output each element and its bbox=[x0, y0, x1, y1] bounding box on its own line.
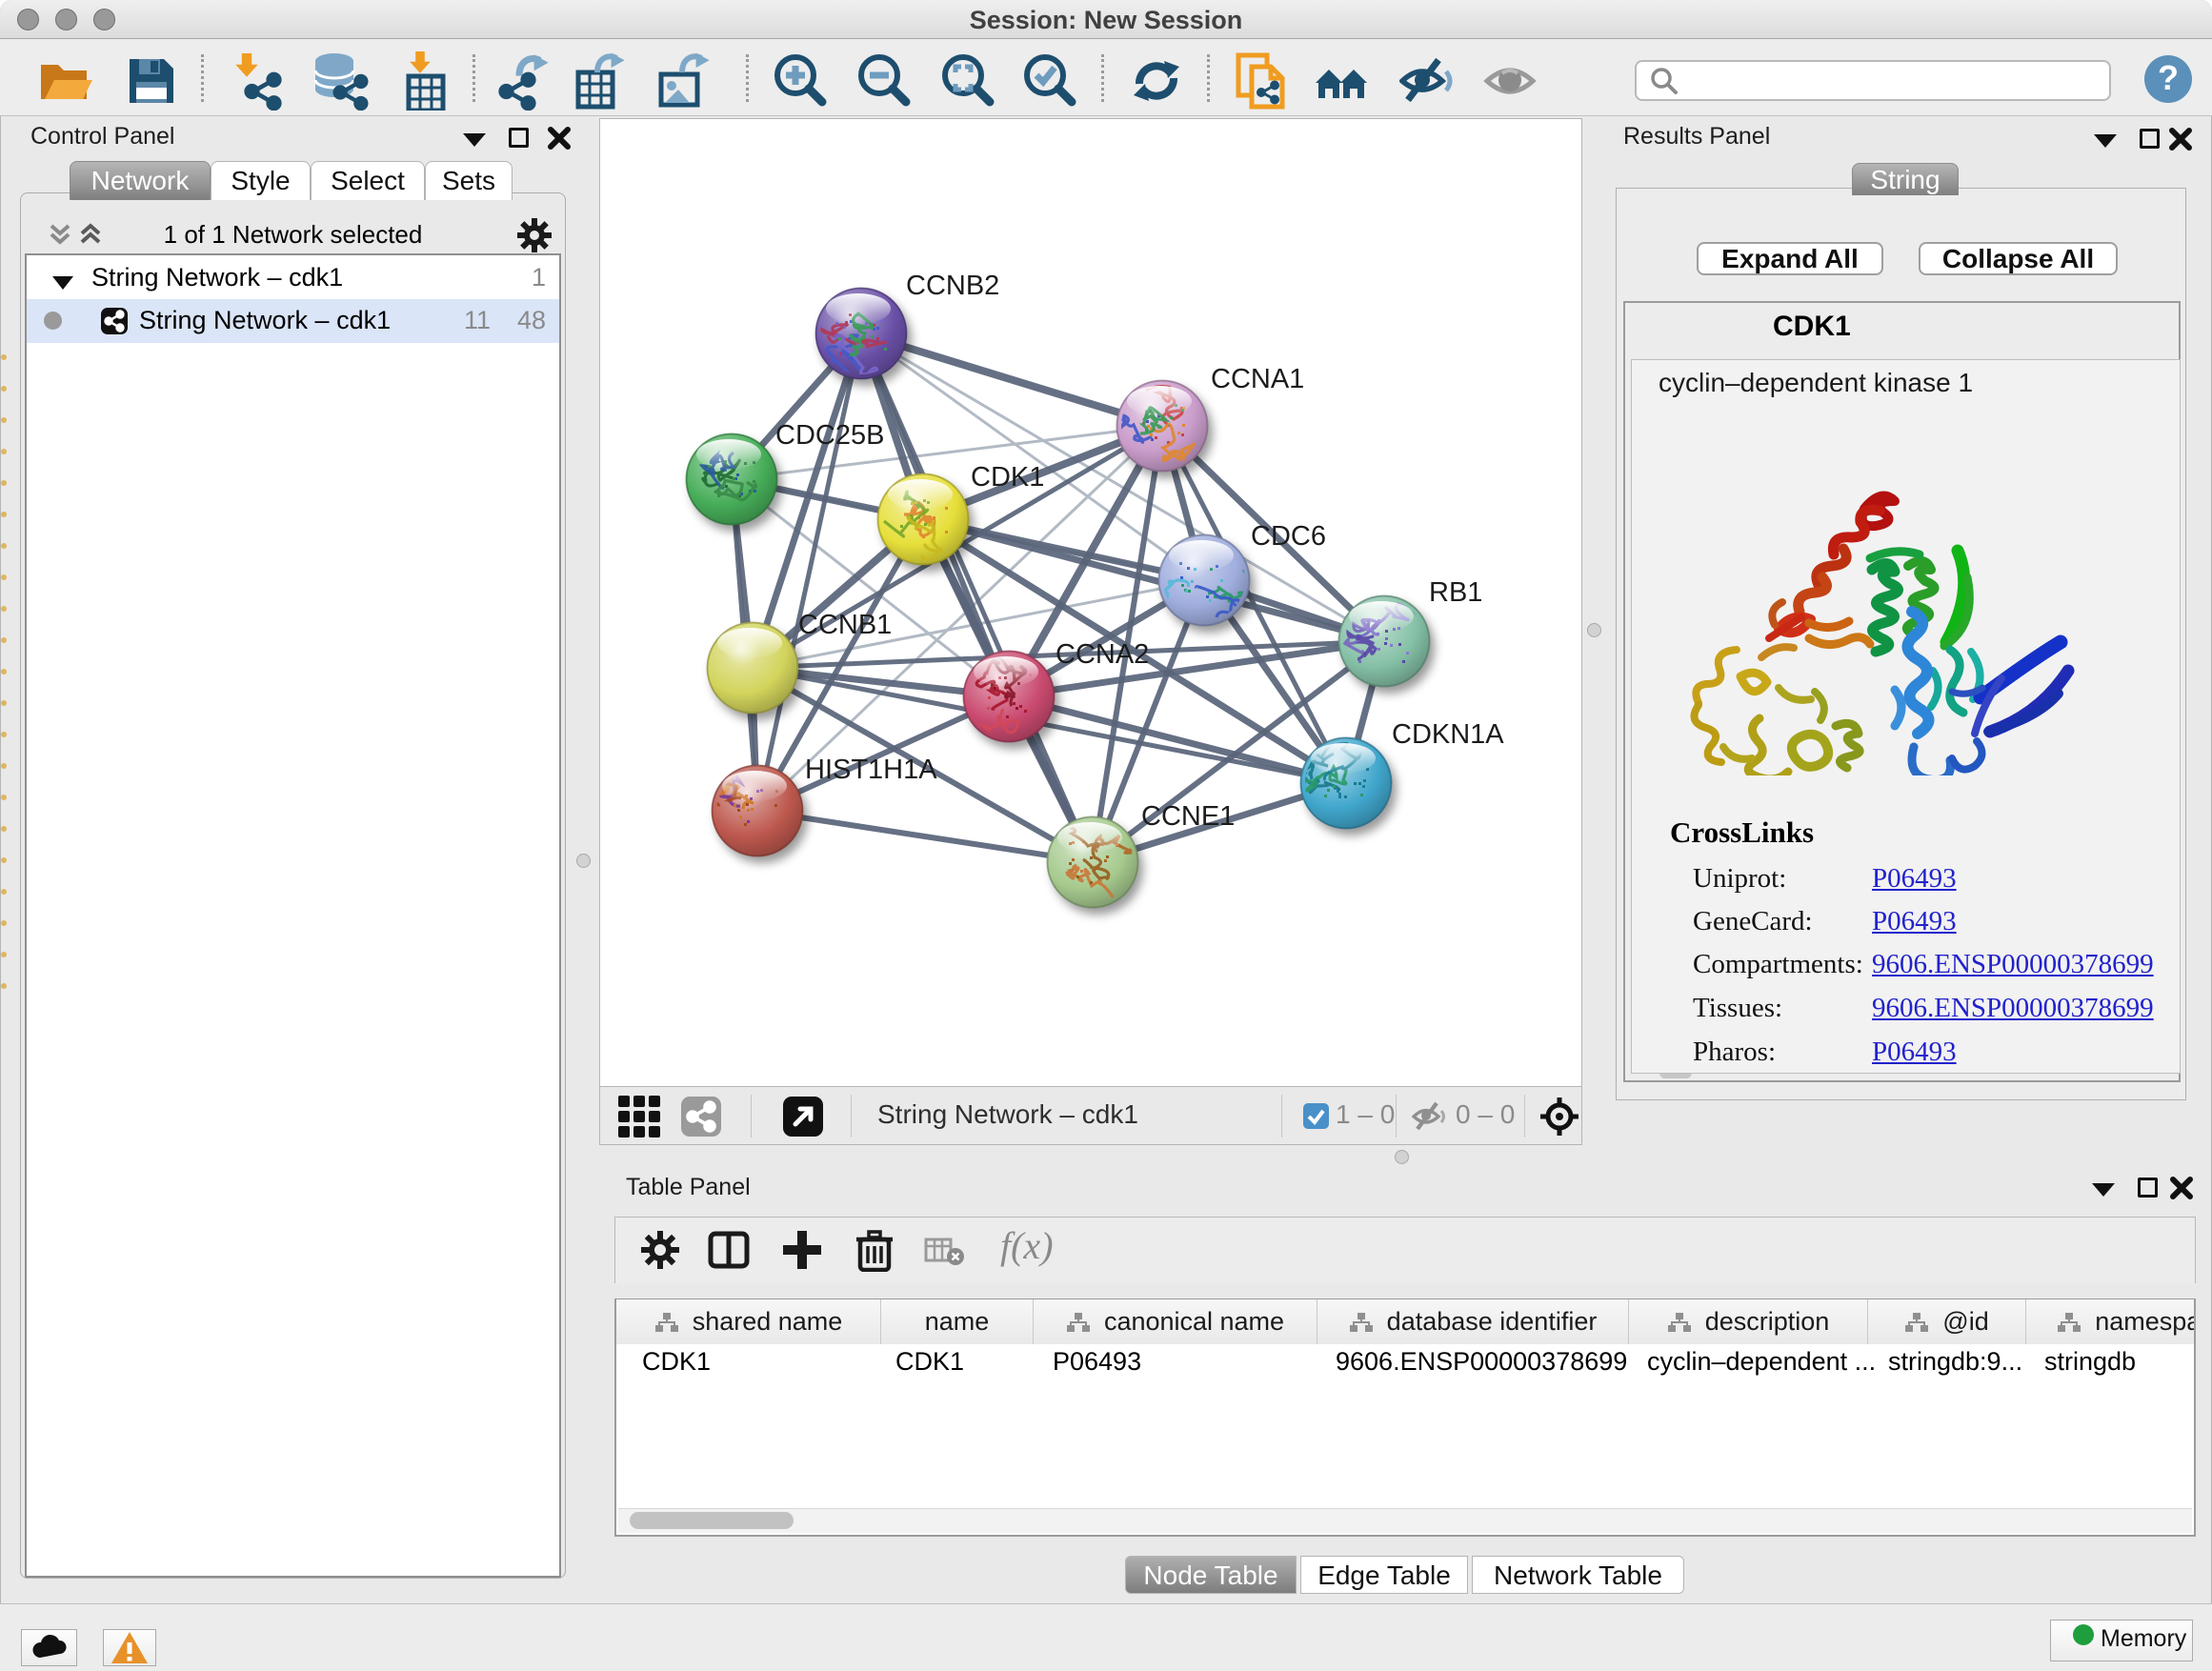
svg-text:CCNB2: CCNB2 bbox=[906, 271, 999, 301]
svg-text:CCNE1: CCNE1 bbox=[1141, 801, 1235, 832]
svg-text:CDC25B: CDC25B bbox=[775, 420, 884, 451]
svg-text:CCNA2: CCNA2 bbox=[1056, 639, 1149, 670]
svg-text:CDC6: CDC6 bbox=[1251, 521, 1326, 552]
svg-text:CCNB1: CCNB1 bbox=[798, 610, 892, 640]
svg-text:?: ? bbox=[2158, 58, 2179, 97]
svg-text:CCNA1: CCNA1 bbox=[1211, 364, 1304, 394]
svg-text:CDKN1A: CDKN1A bbox=[1392, 719, 1504, 750]
svg-text:RB1: RB1 bbox=[1429, 577, 1482, 608]
svg-text:CDK1: CDK1 bbox=[971, 462, 1044, 493]
svg-text:HIST1H1A: HIST1H1A bbox=[805, 755, 937, 785]
